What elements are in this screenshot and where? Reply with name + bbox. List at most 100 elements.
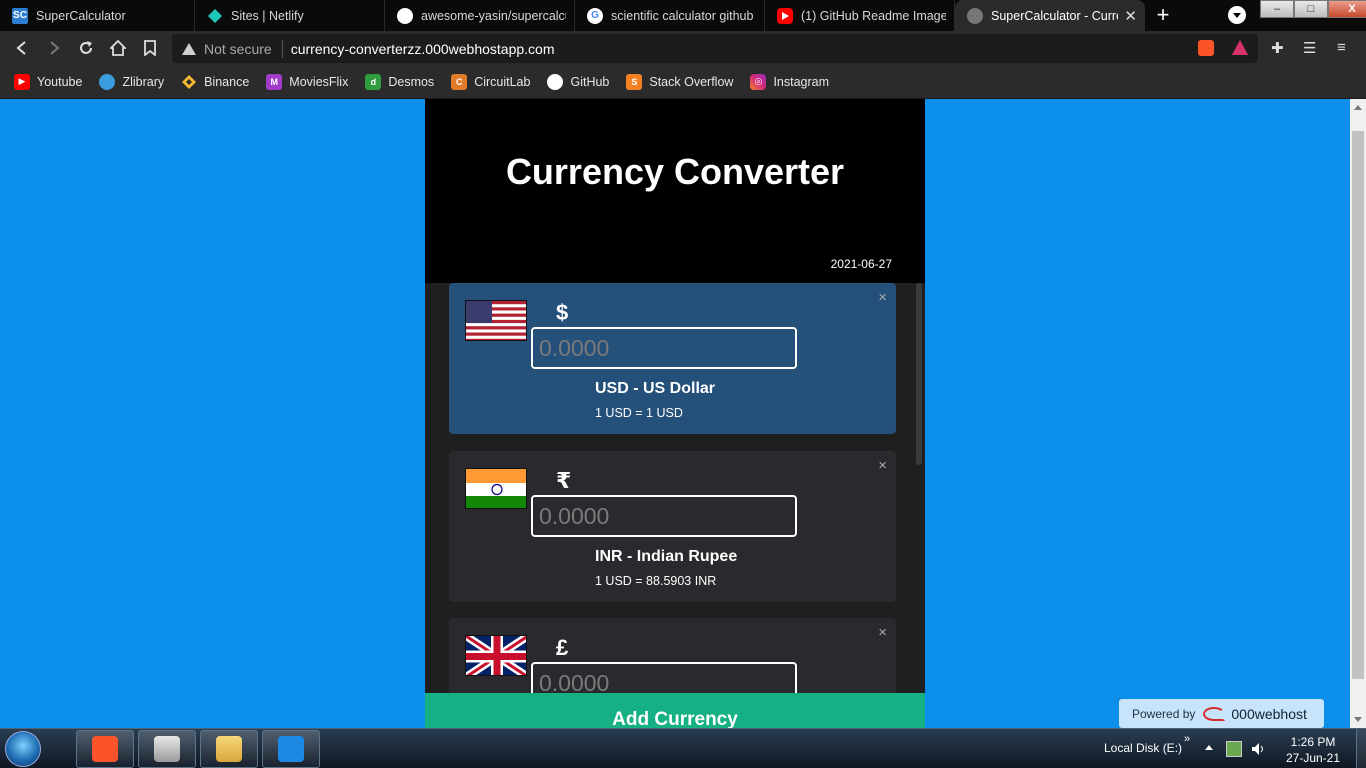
reload-button[interactable] <box>76 38 96 58</box>
add-currency-button[interactable]: Add Currency <box>425 693 925 728</box>
playlist-icon[interactable]: ☰ <box>1303 39 1316 57</box>
bookmark-zlibrary[interactable]: Zlibrary <box>99 73 164 90</box>
show-desktop-button[interactable] <box>1356 729 1366 768</box>
powered-by-brand: 000webhost <box>1231 705 1307 722</box>
currency-symbol: ₹ <box>556 468 572 493</box>
page-title: Currency Converter <box>505 151 845 192</box>
remove-currency-icon[interactable]: × <box>878 624 887 641</box>
bookmark-circuitlab[interactable]: C CircuitLab <box>451 73 531 90</box>
tab-title: awesome-yasin/supercalculat <box>421 8 566 23</box>
circuitlab-icon: C <box>451 73 468 90</box>
network-icon[interactable] <box>1226 741 1242 757</box>
show-hidden-icons-icon[interactable] <box>1205 745 1213 750</box>
india-flag-icon <box>465 468 527 509</box>
tab-netlify[interactable]: Sites | Netlify <box>195 0 385 31</box>
back-arrow-icon <box>16 41 26 55</box>
volume-icon[interactable] <box>1250 741 1266 757</box>
reload-icon <box>80 41 92 54</box>
vscode-icon <box>278 736 304 762</box>
bookmark-youtube[interactable]: ▶ Youtube <box>14 73 82 90</box>
youtube-icon <box>777 7 793 24</box>
bookmark-label: GitHub <box>570 74 610 89</box>
bookmark-label: CircuitLab <box>474 74 531 89</box>
instagram-icon: ◎ <box>750 73 767 90</box>
close-tab-icon[interactable]: ✕ <box>1124 7 1137 25</box>
menu-icon[interactable]: ≡ <box>1337 39 1346 56</box>
security-label[interactable]: Not secure <box>204 41 272 57</box>
bookmark-github[interactable]: GitHub <box>547 73 610 90</box>
remove-currency-icon[interactable]: × <box>878 457 887 474</box>
tab-title: SuperCalculator <box>36 8 126 23</box>
binance-icon <box>181 74 197 90</box>
extensions-icon[interactable]: ✚ <box>1271 39 1284 57</box>
netlify-icon <box>207 8 223 24</box>
taskbar-explorer[interactable] <box>200 730 258 768</box>
currency-converter-app: Currency Converter 2021-06-27 $ USD - US… <box>425 99 925 728</box>
bookmark-stackoverflow[interactable]: S Stack Overflow <box>626 73 733 90</box>
moviesflix-icon: M <box>266 73 283 90</box>
amount-input[interactable] <box>531 495 797 537</box>
zlibrary-icon <box>99 73 116 90</box>
bookmark-desmos[interactable]: d Desmos <box>365 73 434 90</box>
url-text[interactable]: currency-converterzz.000webhostapp.com <box>291 41 555 57</box>
toolbar-chevron-icon[interactable]: » <box>1184 733 1190 745</box>
bookmark-button[interactable] <box>140 38 160 58</box>
remove-currency-icon[interactable]: × <box>878 289 887 306</box>
bookmarks-bar: ▶ Youtube Zlibrary Binance M MoviesFlix dD… <box>0 65 1366 99</box>
maximize-button[interactable]: □ <box>1294 0 1328 18</box>
currency-card-inr[interactable]: ₹ INR - Indian Rupee 1 USD = 88.5903 INR… <box>449 451 896 602</box>
powered-by-label: Powered by <box>1132 706 1196 721</box>
tab-google-search[interactable]: G scientific calculator github - G <box>575 0 765 31</box>
taskbar-drive[interactable] <box>138 730 196 768</box>
scroll-down-icon[interactable] <box>1354 717 1362 722</box>
github-icon <box>547 73 564 90</box>
tab-title: scientific calculator github - G <box>611 8 756 23</box>
currency-symbol: $ <box>556 300 569 325</box>
sc-favicon-icon: SC <box>12 7 28 24</box>
currency-name: INR - Indian Rupee <box>595 548 738 565</box>
taskbar-vscode[interactable] <box>262 730 320 768</box>
us-flag-icon <box>465 300 527 341</box>
brave-rewards-icon[interactable] <box>1232 40 1248 55</box>
currency-name: USD - US Dollar <box>595 380 716 397</box>
close-window-button[interactable]: X <box>1328 0 1366 18</box>
scrollbar-thumb[interactable] <box>1352 131 1364 679</box>
bookmark-label: MoviesFlix <box>289 74 349 89</box>
drive-icon <box>154 736 180 762</box>
app-header: Currency Converter 2021-06-27 <box>425 99 925 283</box>
forward-button[interactable] <box>44 38 64 58</box>
powered-by-badge[interactable]: Powered by 000webhost <box>1119 699 1324 728</box>
taskbar-brave[interactable] <box>76 730 134 768</box>
tab-search-button[interactable] <box>1228 6 1246 24</box>
bookmark-binance[interactable]: Binance <box>181 74 249 90</box>
tab-title: SuperCalculator - Curren <box>991 8 1119 23</box>
brave-shields-icon[interactable] <box>1198 40 1214 56</box>
drive-toolbar-label[interactable]: Local Disk (E:) <box>1104 741 1182 755</box>
address-bar[interactable]: Not secure currency-converterzz.000webho… <box>172 34 1258 63</box>
tab-supercalculator[interactable]: SC SuperCalculator <box>0 0 195 31</box>
start-button[interactable] <box>5 731 41 767</box>
exchange-rate: 1 USD = 88.5903 INR <box>595 574 717 588</box>
minimize-button[interactable]: – <box>1260 0 1294 18</box>
amount-input[interactable] <box>531 327 797 369</box>
tab-github-repo[interactable]: awesome-yasin/supercalculat <box>385 0 575 31</box>
tab-active-supercalculator-currency[interactable]: SuperCalculator - Curren ✕ <box>955 0 1145 31</box>
000webhost-logo-icon <box>1203 706 1226 721</box>
home-button[interactable] <box>108 38 128 58</box>
page-scrollbar[interactable] <box>1350 99 1366 728</box>
google-icon: G <box>587 7 603 24</box>
tab-youtube[interactable]: (1) GitHub Readme Images T <box>765 0 955 31</box>
currency-list-scrollbar[interactable] <box>916 283 922 465</box>
globe-icon <box>967 7 983 24</box>
warning-icon <box>182 42 196 55</box>
bookmark-moviesflix[interactable]: M MoviesFlix <box>266 73 349 90</box>
bookmark-instagram[interactable]: ◎ Instagram <box>750 73 829 90</box>
window-controls: – □ X <box>1260 0 1366 18</box>
new-tab-button[interactable]: + <box>1152 3 1174 27</box>
scroll-up-icon[interactable] <box>1354 105 1362 110</box>
back-button[interactable] <box>12 38 32 58</box>
system-clock[interactable]: 1:26 PM 27-Jun-21 <box>1280 734 1346 766</box>
currency-card-usd[interactable]: $ USD - US Dollar 1 USD = 1 USD × <box>449 283 896 434</box>
bookmark-icon <box>144 40 156 56</box>
tab-title: Sites | Netlify <box>231 8 304 23</box>
